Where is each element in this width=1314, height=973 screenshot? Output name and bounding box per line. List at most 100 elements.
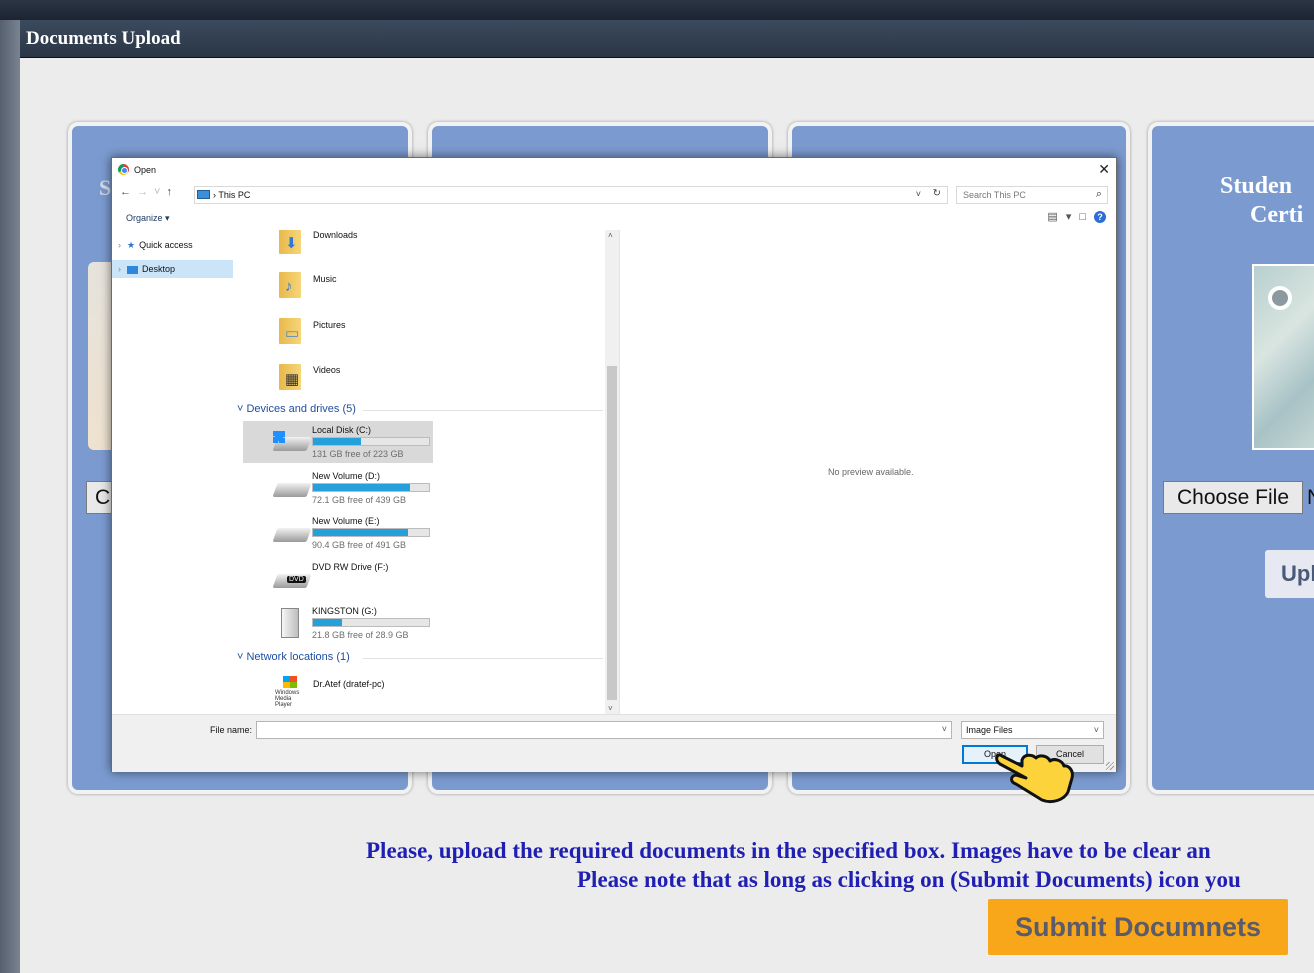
drive-usage-bar xyxy=(312,528,430,537)
drive-d[interactable]: New Volume (D:) 72.1 GB free of 439 GB xyxy=(243,467,433,509)
folder-downloads[interactable]: Downloads xyxy=(313,230,358,240)
hard-drive-icon xyxy=(272,528,312,542)
dvd-badge: DVD xyxy=(287,576,306,583)
nav-item-desktop[interactable]: › Desktop xyxy=(112,260,233,278)
pictures-folder-icon: ▭ xyxy=(279,316,305,344)
card4-choose-file-button[interactable]: Choose File xyxy=(1163,481,1303,514)
card1-title-fragment: S xyxy=(99,175,112,200)
dialog-footer: File name: ˅ Image Files ˅ Open Cancel xyxy=(112,714,1116,772)
scroll-up-icon[interactable]: ˄ xyxy=(608,231,613,240)
drive-usage-bar xyxy=(312,483,430,492)
drive-usage-fill xyxy=(313,484,411,491)
card4-title-line1: Studen xyxy=(1220,173,1293,199)
drive-usage-fill xyxy=(313,438,361,445)
drive-f[interactable]: DVD DVD RW Drive (F:) xyxy=(243,558,433,600)
file-list: ⬇ Downloads ♪ Music ▭ Pictures ▦ Videos … xyxy=(233,230,619,714)
up-arrow-icon[interactable]: ↑ xyxy=(166,186,178,198)
refresh-icon[interactable]: ↻ xyxy=(933,188,941,199)
expand-chevron-icon[interactable]: › xyxy=(118,264,121,274)
card4-title-line2: Certi xyxy=(1250,202,1304,228)
section-divider xyxy=(363,658,603,659)
drive-usage-bar xyxy=(312,618,430,627)
desktop-icon xyxy=(127,265,138,274)
filename-dropdown-icon[interactable]: ˅ xyxy=(942,724,947,734)
hard-drive-icon xyxy=(272,483,312,497)
pointing-hand-icon xyxy=(995,753,1074,804)
nav-arrows: ←→˅↑ xyxy=(120,186,178,198)
instructions-line2: Please note that as long as clicking on … xyxy=(577,867,1241,892)
file-list-scrollbar[interactable]: ˄ ˅ xyxy=(605,230,619,714)
card4-title: Studen Certi xyxy=(1220,172,1314,230)
outer-frame-top xyxy=(0,0,1314,20)
file-type-dropdown-icon[interactable]: ˅ xyxy=(1094,722,1099,738)
folder-videos[interactable]: Videos xyxy=(313,365,340,375)
scroll-down-icon[interactable]: ˅ xyxy=(608,704,613,713)
section-divider xyxy=(363,410,603,411)
search-placeholder: Search This PC xyxy=(963,190,1026,200)
drive-usage-bar xyxy=(312,437,430,446)
file-type-select[interactable]: Image Files ˅ xyxy=(961,721,1104,739)
card4-upload-button[interactable]: Upl xyxy=(1265,550,1314,598)
preview-pane-icon[interactable]: □ xyxy=(1079,211,1094,223)
drive-usage-fill xyxy=(313,529,409,536)
network-location-item[interactable]: Dr.Atef (dratef-pc) xyxy=(313,679,385,689)
window-title: Documents Upload xyxy=(26,28,181,49)
address-dropdown-icon[interactable]: ˅ xyxy=(916,189,921,199)
scrollbar-thumb[interactable] xyxy=(607,366,617,700)
drive-g[interactable]: KINGSTON (G:) 21.8 GB free of 28.9 GB xyxy=(243,602,433,644)
outer-frame-left xyxy=(0,20,20,973)
drive-e[interactable]: New Volume (E:) 90.4 GB free of 491 GB xyxy=(243,512,433,554)
card4-no-file-text: N xyxy=(1307,481,1314,514)
nav-item-quick-access[interactable]: › ★ Quick access xyxy=(112,236,233,254)
organize-menu[interactable]: Organize ▾ xyxy=(126,213,170,224)
address-path: › This PC xyxy=(213,190,251,200)
submit-documents-button[interactable]: Submit Documnets xyxy=(988,899,1288,955)
help-icon[interactable]: ? xyxy=(1094,211,1106,223)
windows-flag-icon xyxy=(283,676,297,688)
usb-drive-icon xyxy=(281,608,299,638)
back-arrow-icon[interactable]: ← xyxy=(120,186,137,198)
address-bar[interactable]: › This PC ˅ ↻ xyxy=(194,186,948,204)
recent-dropdown-icon[interactable]: ˅ xyxy=(154,186,166,198)
folder-pictures[interactable]: Pictures xyxy=(313,320,346,330)
certificate-seal xyxy=(1268,286,1292,310)
change-view-icon[interactable]: ▤▾ xyxy=(1047,211,1079,223)
dialog-close-button[interactable]: ✕ xyxy=(1098,161,1110,178)
videos-folder-icon: ▦ xyxy=(279,362,305,390)
dialog-titlebar: Open ✕ xyxy=(112,158,1116,182)
network-pc-icon: Windows Media Player xyxy=(275,676,307,708)
expand-chevron-icon[interactable]: › xyxy=(118,240,121,250)
filename-label: File name: xyxy=(210,725,253,735)
window-titlebar: Documents Upload xyxy=(20,20,1314,58)
filename-input[interactable]: ˅ xyxy=(256,721,952,739)
this-pc-icon xyxy=(197,190,210,199)
network-icon-caption: Windows Media Player xyxy=(275,690,300,708)
windows-logo-icon xyxy=(273,431,285,443)
folder-music[interactable]: Music xyxy=(313,274,337,284)
chrome-icon xyxy=(118,164,129,175)
network-section-header[interactable]: ˅ Network locations (1) xyxy=(237,651,350,663)
preview-pane: No preview available. xyxy=(619,230,1116,714)
dialog-toolbar: Organize ▾ ▤▾□? xyxy=(112,206,1116,230)
devices-section-header[interactable]: ˅ Devices and drives (5) xyxy=(237,403,356,415)
instructions-text: Please, upload the required documents in… xyxy=(366,836,1314,894)
instructions-line1: Please, upload the required documents in… xyxy=(366,838,1211,863)
dialog-title: Open xyxy=(134,165,157,175)
search-icon: ⌕ xyxy=(1095,188,1102,200)
drive-c[interactable]: Local Disk (C:) 131 GB free of 223 GB xyxy=(243,421,433,463)
view-controls: ▤▾□? xyxy=(1047,210,1106,223)
file-type-value: Image Files xyxy=(966,725,1013,735)
music-folder-icon: ♪ xyxy=(279,270,305,298)
navigation-pane: › ★ Quick access › Desktop xyxy=(112,230,233,714)
forward-arrow-icon[interactable]: → xyxy=(137,186,154,198)
open-file-dialog: Open ✕ ←→˅↑ › This PC ˅ ↻ Search This PC… xyxy=(111,157,1117,772)
downloads-folder-icon: ⬇ xyxy=(279,230,305,254)
preview-text: No preview available. xyxy=(828,467,914,477)
card1-preview-image xyxy=(88,262,112,450)
search-input[interactable]: Search This PC ⌕ xyxy=(956,186,1108,204)
card1-choose-file-button[interactable]: C xyxy=(86,481,112,514)
star-icon: ★ xyxy=(127,240,136,250)
dialog-nav-row: ←→˅↑ › This PC ˅ ↻ Search This PC ⌕ xyxy=(112,182,1116,206)
drive-usage-fill xyxy=(313,619,342,626)
resize-grip[interactable] xyxy=(1106,762,1114,770)
